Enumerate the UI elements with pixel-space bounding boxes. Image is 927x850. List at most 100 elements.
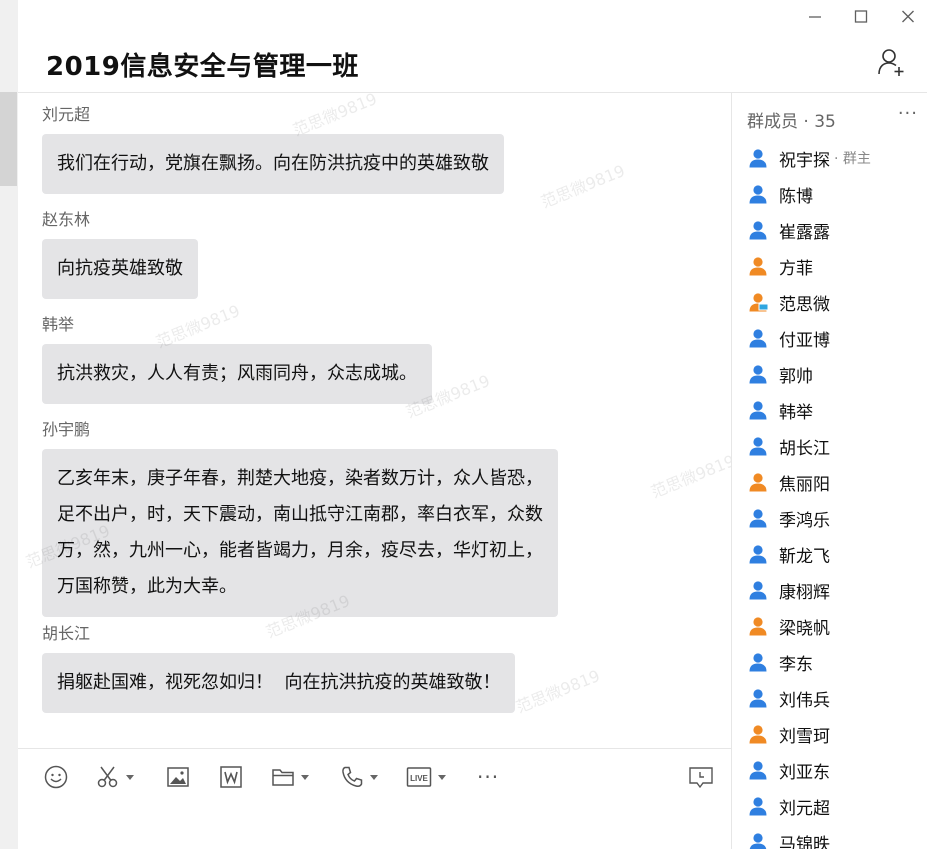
user-avatar-icon xyxy=(748,544,768,564)
user-avatar-icon xyxy=(748,148,768,168)
member-name: 郭帅 xyxy=(779,366,813,387)
message-sender: 刘元超 xyxy=(42,105,91,124)
message-item: 刘元超 我们在行动，党旗在飘扬。向在防洪抗疫中的英雄致敬 xyxy=(42,101,504,194)
watermark: 范思微9819 xyxy=(513,665,603,717)
member-item[interactable]: 刘雪珂 xyxy=(748,721,830,747)
member-item[interactable]: 焦丽阳 xyxy=(748,469,830,495)
member-name: 刘雪珂 xyxy=(779,726,830,747)
member-name: 刘元超 xyxy=(779,798,830,819)
phone-icon[interactable] xyxy=(340,765,378,789)
message-bubble[interactable]: 向抗疫英雄致敬 xyxy=(42,239,198,299)
page-title: 2019信息安全与管理一班 xyxy=(46,52,359,82)
word-doc-icon[interactable] xyxy=(219,765,243,789)
message-sender: 胡长江 xyxy=(42,624,91,643)
member-item[interactable]: 郭帅 xyxy=(748,361,813,387)
member-item[interactable]: 刘亚东 xyxy=(748,757,830,783)
members-header: 群成员 · 35 xyxy=(747,112,836,132)
member-item[interactable]: 陈博 xyxy=(748,181,813,207)
more-icon[interactable]: ··· xyxy=(477,765,499,789)
scissors-icon[interactable] xyxy=(96,765,134,789)
member-name: 胡长江 xyxy=(779,438,830,459)
member-name: 韩举 xyxy=(779,402,813,423)
chevron-down-icon[interactable] xyxy=(301,774,309,780)
user-avatar-icon xyxy=(748,220,768,240)
left-scrollbar-track[interactable] xyxy=(0,0,19,849)
message-bubble[interactable]: 我们在行动，党旗在飘扬。向在防洪抗疫中的英雄致敬 xyxy=(42,134,504,194)
user-avatar-icon xyxy=(748,292,769,312)
live-label: LIVE xyxy=(410,774,428,783)
member-item[interactable]: 季鸿乐 xyxy=(748,505,830,531)
member-name: 祝宇探 xyxy=(779,150,830,171)
member-item[interactable]: 祝宇探 · 群主 xyxy=(748,145,871,171)
message-bubble[interactable]: 捐躯赴国难，视死忽如归！ 向在抗洪抗疫的英雄致敬！ xyxy=(42,653,516,713)
chevron-down-icon[interactable] xyxy=(438,774,446,780)
chevron-down-icon[interactable] xyxy=(126,774,134,780)
message-sender: 赵东林 xyxy=(42,210,91,229)
message-area[interactable]: 刘元超 我们在行动，党旗在飘扬。向在防洪抗疫中的英雄致敬 赵东林 向抗疫英雄致敬… xyxy=(18,93,731,748)
member-item[interactable]: 靳龙飞 xyxy=(748,541,830,567)
members-panel[interactable]: 群成员 · 35 ··· 祝宇探 · 群主陈博崔露露方菲范思微付亚博郭帅韩举胡长江… xyxy=(731,93,927,849)
message-item: 胡长江 捐躯赴国难，视死忽如归！ 向在抗洪抗疫的英雄致敬！ xyxy=(42,620,516,713)
user-avatar-icon xyxy=(748,328,768,348)
emoji-icon[interactable] xyxy=(44,765,68,789)
user-avatar-icon xyxy=(748,688,768,708)
member-name: 靳龙飞 xyxy=(779,546,830,567)
chat-history-icon[interactable] xyxy=(688,765,714,789)
message-bubble[interactable]: 乙亥年末，庚子年春，荆楚大地疫，染者数万计，众人皆恐， 足不出户，时，天下震动，… xyxy=(42,449,558,617)
user-avatar-icon xyxy=(748,832,768,849)
member-name: 陈博 xyxy=(779,186,813,207)
live-icon[interactable]: LIVE xyxy=(406,765,446,789)
member-name: 马锦昳 xyxy=(779,834,830,850)
message-item: 孙宇鹏 乙亥年末，庚子年春，荆楚大地疫，染者数万计，众人皆恐， 足不出户，时，天… xyxy=(42,416,558,617)
user-avatar-icon xyxy=(748,256,768,276)
member-item[interactable]: 韩举 xyxy=(748,397,813,423)
member-item[interactable]: 范思微 xyxy=(748,289,830,315)
close-icon[interactable] xyxy=(896,6,920,28)
watermark: 范思微9819 xyxy=(538,160,628,212)
member-name: 方菲 xyxy=(779,258,813,279)
member-item[interactable]: 付亚博 xyxy=(748,325,830,351)
message-item: 赵东林 向抗疫英雄致敬 xyxy=(42,206,198,299)
user-avatar-icon xyxy=(748,796,768,816)
message-sender: 孙宇鹏 xyxy=(42,420,91,439)
more-icon[interactable]: ··· xyxy=(898,103,918,124)
minimize-icon[interactable] xyxy=(803,6,827,28)
member-item[interactable]: 胡长江 xyxy=(748,433,830,459)
chevron-down-icon[interactable] xyxy=(370,774,378,780)
user-avatar-icon xyxy=(748,724,768,744)
member-name: 梁晓帆 xyxy=(779,618,830,639)
user-avatar-icon xyxy=(748,580,768,600)
maximize-icon[interactable] xyxy=(849,6,873,28)
member-item[interactable]: 崔露露 xyxy=(748,217,830,243)
user-avatar-icon xyxy=(748,472,768,492)
member-name: 康栩辉 xyxy=(779,582,830,603)
user-avatar-icon xyxy=(748,436,768,456)
member-item[interactable]: 刘元超 xyxy=(748,793,830,819)
user-avatar-icon xyxy=(748,760,768,780)
member-item[interactable]: 方菲 xyxy=(748,253,813,279)
member-item[interactable]: 马锦昳 xyxy=(748,829,830,849)
member-item[interactable]: 梁晓帆 xyxy=(748,613,830,639)
user-avatar-icon xyxy=(748,508,768,528)
input-toolbar: LIVE ··· xyxy=(18,748,731,850)
left-scrollbar-thumb[interactable] xyxy=(0,92,17,186)
message-sender: 韩举 xyxy=(42,315,75,334)
member-name: 付亚博 xyxy=(779,330,830,351)
add-member-icon[interactable] xyxy=(877,47,907,77)
user-avatar-icon xyxy=(748,364,768,384)
image-icon[interactable] xyxy=(166,765,190,789)
member-item[interactable]: 刘伟兵 xyxy=(748,685,830,711)
user-avatar-icon xyxy=(748,652,768,672)
member-name: 崔露露 xyxy=(779,222,830,243)
member-name: 李东 xyxy=(779,654,813,675)
folder-icon[interactable] xyxy=(271,765,309,789)
member-item[interactable]: 康栩辉 xyxy=(748,577,830,603)
member-name: 刘伟兵 xyxy=(779,690,830,711)
member-name: 刘亚东 xyxy=(779,762,830,783)
user-avatar-icon xyxy=(748,616,768,636)
member-name: 焦丽阳 xyxy=(779,474,830,495)
watermark: 范思微9819 xyxy=(648,450,731,502)
member-item[interactable]: 李东 xyxy=(748,649,813,675)
message-bubble[interactable]: 抗洪救灾，人人有责；风雨同舟，众志成城。 xyxy=(42,344,432,404)
chat-header: 2019信息安全与管理一班 xyxy=(18,0,927,93)
